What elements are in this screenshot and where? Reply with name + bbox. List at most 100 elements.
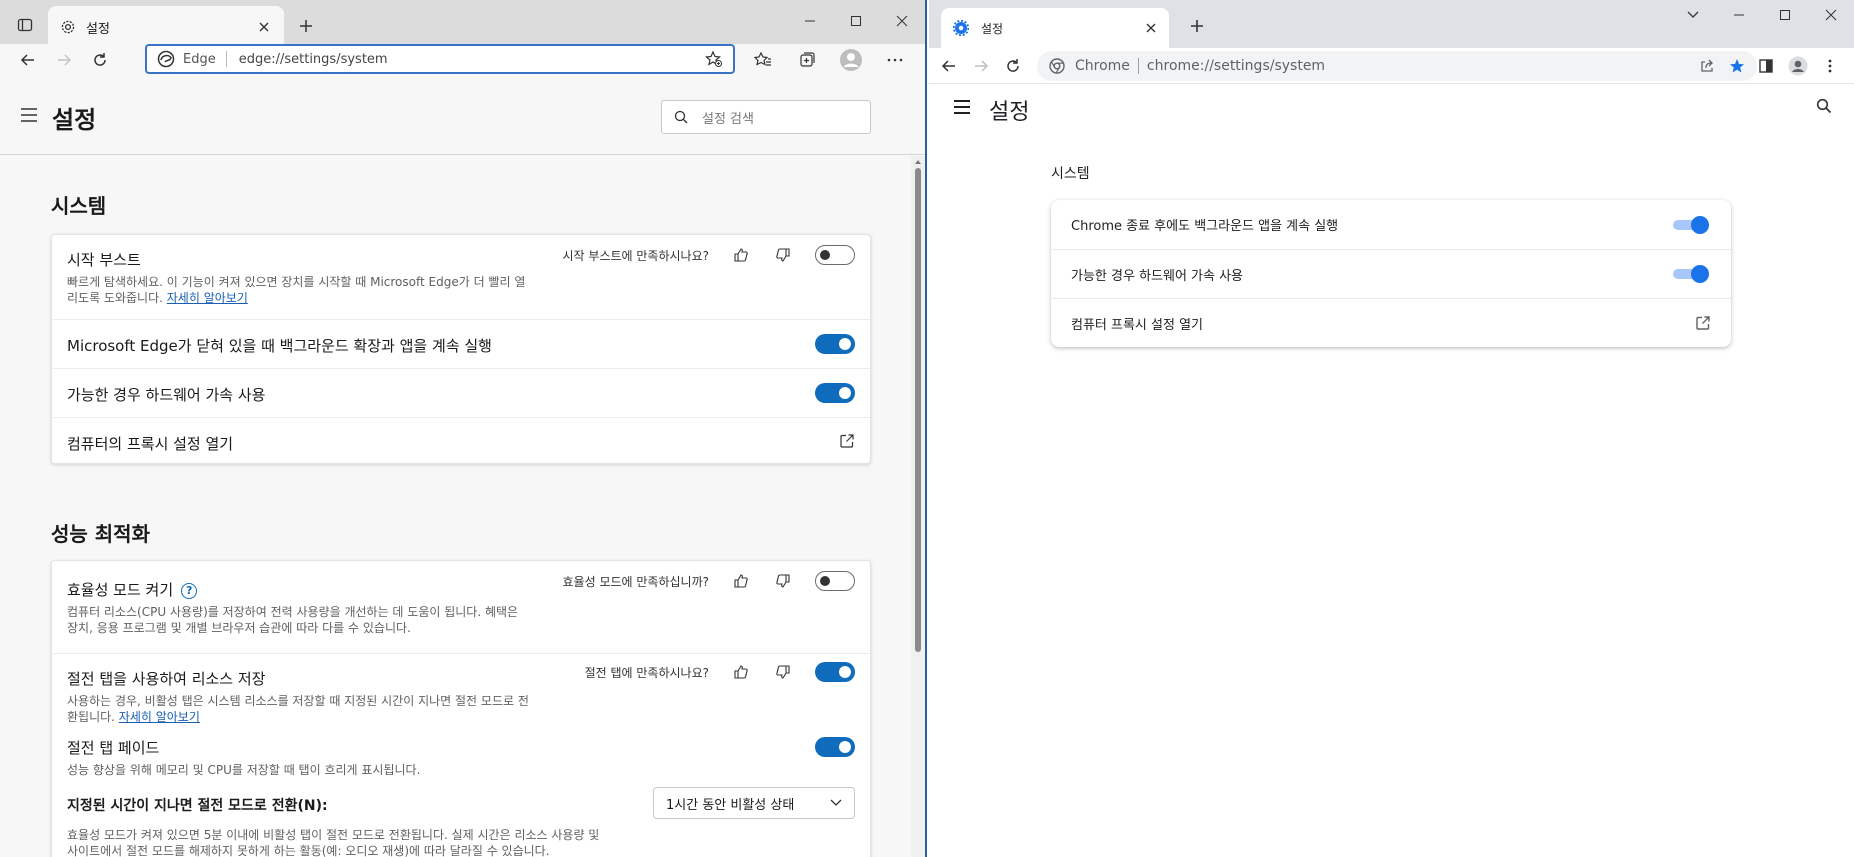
minimize-button[interactable] xyxy=(787,0,833,42)
address-divider xyxy=(1137,58,1139,74)
favorites-button[interactable] xyxy=(741,44,785,76)
page-title: 설정 xyxy=(989,100,1030,125)
system-card: Chrome 종료 후에도 백그라운드 앱을 계속 실행 가능한 경우 하드웨어… xyxy=(1051,200,1731,347)
refresh-button[interactable] xyxy=(82,44,118,76)
close-icon xyxy=(1825,9,1837,21)
refresh-icon xyxy=(94,53,106,66)
hardware-acceleration-toggle[interactable] xyxy=(1673,265,1709,283)
thumbs-up-icon[interactable] xyxy=(731,662,751,682)
edge-tab-settings[interactable]: 설정 xyxy=(48,6,284,48)
hamburger-icon[interactable] xyxy=(20,108,38,122)
forward-button[interactable] xyxy=(965,50,997,82)
startup-boost-feedback: 시작 부스트에 만족하시나요? xyxy=(563,245,855,265)
external-link-icon[interactable] xyxy=(839,433,855,449)
setting-hardware-acceleration: 가능한 경우 하드웨어 가속 사용 xyxy=(52,368,870,417)
collections-button[interactable] xyxy=(785,44,829,76)
tab-actions-icon[interactable] xyxy=(10,10,40,40)
setting-proxy[interactable]: 컴퓨터의 프록시 설정 열기 xyxy=(52,417,870,463)
address-divider xyxy=(225,51,227,67)
refresh-icon xyxy=(1007,58,1019,72)
search-placeholder: 설정 검색 xyxy=(702,111,754,127)
chrome-icon xyxy=(1049,58,1065,74)
hamburger-icon[interactable] xyxy=(953,100,971,114)
profile-icon xyxy=(1788,56,1808,76)
thumbs-down-icon[interactable] xyxy=(773,662,793,682)
background-apps-toggle[interactable] xyxy=(815,334,855,354)
settings-header: 설정 xyxy=(929,84,1854,134)
plus-icon xyxy=(300,20,312,32)
timeout-dropdown[interactable]: 1시간 동안 비활성 상태 xyxy=(653,787,855,819)
profile-icon xyxy=(840,49,862,71)
address-bar[interactable]: Edge edge://settings/system xyxy=(145,44,735,74)
background-apps-label: Microsoft Edge가 닫혀 있을 때 백그라운드 확장과 앱을 계속 … xyxy=(67,337,492,355)
address-url: edge://settings/system xyxy=(238,51,388,67)
close-window-button[interactable] xyxy=(1808,0,1854,30)
star-icon[interactable] xyxy=(1729,58,1745,74)
sleeping-tabs-toggle[interactable] xyxy=(815,662,855,682)
feedback-question: 효율성 모드에 만족하십니까? xyxy=(562,574,709,589)
profile-button[interactable] xyxy=(1782,50,1814,82)
more-button[interactable] xyxy=(1814,50,1846,82)
close-window-button[interactable] xyxy=(879,0,925,42)
forward-button[interactable] xyxy=(46,44,82,76)
thumbs-down-icon[interactable] xyxy=(773,571,793,591)
thumbs-up-icon[interactable] xyxy=(731,571,751,591)
forward-icon xyxy=(975,59,989,72)
scroll-up-icon[interactable] xyxy=(914,158,922,166)
fade-desc: 성능 향상을 위해 메모리 및 CPU를 저장할 때 탭이 흐리게 표시됩니다. xyxy=(67,763,421,777)
efficiency-feedback: 효율성 모드에 만족하십니까? xyxy=(563,571,855,591)
setting-efficiency-mode: 효율성 모드 켜기? 컴퓨터 리소스(CPU 사용량)를 저장하여 전력 사용량… xyxy=(52,561,870,653)
startup-boost-toggle[interactable] xyxy=(815,245,855,265)
address-bar[interactable]: Chrome chrome://settings/system xyxy=(1037,51,1757,81)
new-tab-button[interactable] xyxy=(292,12,320,40)
address-brand: Chrome xyxy=(1075,58,1130,74)
chrome-window: 설정 Chrome chrome://settings/system 설정 시스… xyxy=(929,0,1854,857)
setting-fade-sleeping-tabs: 절전 탭 페이드 성능 향상을 위해 메모리 및 CPU를 저장할 때 탭이 흐… xyxy=(52,729,870,785)
feedback-question: 시작 부스트에 만족하시나요? xyxy=(562,248,709,263)
external-link-icon[interactable] xyxy=(1695,315,1711,331)
back-button[interactable] xyxy=(10,44,46,76)
maximize-button[interactable] xyxy=(833,0,879,42)
thumbs-down-icon[interactable] xyxy=(773,245,793,265)
help-icon[interactable]: ? xyxy=(181,582,198,599)
minimize-button[interactable] xyxy=(1716,0,1762,30)
gear-icon xyxy=(953,20,969,36)
close-icon[interactable] xyxy=(1145,22,1157,34)
maximize-button[interactable] xyxy=(1762,0,1808,30)
refresh-button[interactable] xyxy=(997,50,1029,82)
side-panel-button[interactable] xyxy=(1750,50,1782,82)
efficiency-toggle[interactable] xyxy=(815,571,855,591)
learn-more-link[interactable]: 자세히 알아보기 xyxy=(167,291,248,305)
settings-header: 설정 설정 검색 xyxy=(0,80,925,155)
tab-search-button[interactable] xyxy=(1670,0,1716,30)
page-title: 설정 xyxy=(52,106,97,134)
hardware-acceleration-label: 가능한 경우 하드웨어 가속 사용 xyxy=(67,386,266,404)
share-icon[interactable] xyxy=(1699,58,1715,74)
performance-card: 효율성 모드 켜기? 컴퓨터 리소스(CPU 사용량)를 저장하여 전력 사용량… xyxy=(51,560,871,857)
background-apps-toggle[interactable] xyxy=(1673,215,1709,234)
timeout-value: 1시간 동안 비활성 상태 xyxy=(666,797,795,813)
collections-icon xyxy=(800,52,815,67)
chrome-tab-settings[interactable]: 설정 xyxy=(941,8,1169,48)
settings-search-input[interactable]: 설정 검색 xyxy=(661,100,871,134)
scrollbar-thumb[interactable] xyxy=(915,168,921,652)
new-tab-button[interactable] xyxy=(1183,14,1211,38)
chevron-down-icon xyxy=(830,799,842,806)
profile-button[interactable] xyxy=(829,44,873,76)
scrollbar[interactable] xyxy=(911,156,925,857)
edge-tab-strip: 설정 xyxy=(0,0,925,48)
section-title-system: 시스템 xyxy=(1051,166,1090,182)
search-icon[interactable] xyxy=(1816,98,1832,114)
fade-toggle[interactable] xyxy=(815,737,855,757)
back-button[interactable] xyxy=(933,50,965,82)
section-title-performance: 성능 최적화 xyxy=(51,522,150,546)
back-icon xyxy=(20,54,34,66)
learn-more-link[interactable]: 자세히 알아보기 xyxy=(119,710,200,724)
hardware-acceleration-toggle[interactable] xyxy=(815,383,855,403)
close-icon[interactable] xyxy=(256,19,272,35)
more-button[interactable] xyxy=(873,44,917,76)
favorite-add-icon[interactable] xyxy=(705,50,723,68)
proxy-label: 컴퓨터 프록시 설정 열기 xyxy=(1071,317,1203,333)
thumbs-up-icon[interactable] xyxy=(731,245,751,265)
setting-proxy[interactable]: 컴퓨터 프록시 설정 열기 xyxy=(1051,298,1731,347)
